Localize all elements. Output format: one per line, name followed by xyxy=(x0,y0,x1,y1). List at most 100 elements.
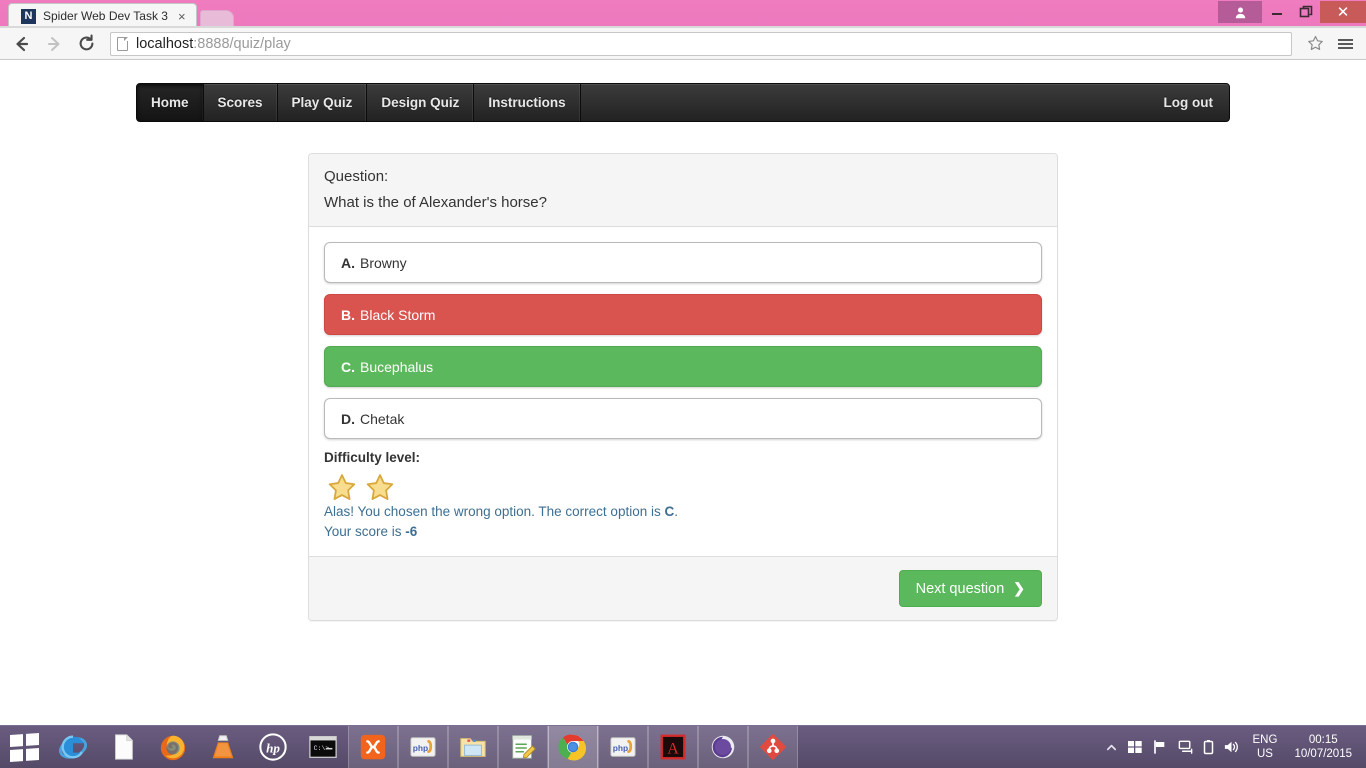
logout-link[interactable]: Log out xyxy=(1148,84,1229,121)
site-navbar: Home Scores Play Quiz Design Quiz Instru… xyxy=(136,83,1230,122)
chrome-menu-icon[interactable] xyxy=(1332,31,1358,57)
taskbar-adobe-acrobat-icon[interactable]: A xyxy=(648,726,698,768)
taskbar-phpstorm-2-icon[interactable]: php xyxy=(598,726,648,768)
feedback-line-1: Alas! You chosen the wrong option. The c… xyxy=(324,502,1042,522)
nav-item-instructions[interactable]: Instructions xyxy=(474,84,581,121)
language-indicator[interactable]: ENG US xyxy=(1249,733,1282,761)
browser-title-bar: N Spider Web Dev Task 3 × ✕ xyxy=(0,0,1366,28)
clock-time: 00:15 xyxy=(1308,734,1338,746)
score-label: Your score is xyxy=(324,524,406,539)
back-icon[interactable] xyxy=(8,30,36,58)
next-question-label: Next question xyxy=(915,580,1005,597)
quiz-panel-body: A. Browny B. Black Storm C. Bucephalus D… xyxy=(309,227,1057,556)
window-controls: ✕ xyxy=(1218,0,1366,24)
titlebar-shadow xyxy=(0,26,1366,28)
next-question-button[interactable]: Next question ❯ xyxy=(898,570,1042,607)
browser-toolbar: localhost:8888/quiz/play xyxy=(0,28,1366,60)
address-bar[interactable]: localhost:8888/quiz/play xyxy=(110,31,1292,56)
option-c-letter: C. xyxy=(341,358,355,375)
score-value: -6 xyxy=(405,524,418,539)
answer-option-a[interactable]: A. Browny xyxy=(324,242,1042,283)
answer-option-c[interactable]: C. Bucephalus xyxy=(324,346,1042,387)
close-tab-icon[interactable]: × xyxy=(178,10,186,23)
windows-taskbar: hp C:\> php php A ENG US 00:15 10/07/201… xyxy=(0,725,1366,768)
taskbar-sourcetree-icon[interactable] xyxy=(748,726,798,768)
browser-tab[interactable]: N Spider Web Dev Task 3 × xyxy=(8,3,197,28)
clock[interactable]: 00:15 10/07/2015 xyxy=(1290,733,1360,761)
taskbar-file-explorer-icon[interactable] xyxy=(448,726,498,768)
svg-text:php: php xyxy=(613,743,628,753)
taskbar-notepad-plus-plus-icon[interactable] xyxy=(498,726,548,768)
feedback-line1-pre: Alas! You chosen the wrong option. The c… xyxy=(324,504,665,519)
difficulty-stars xyxy=(324,473,1042,500)
nav-item-play-quiz[interactable]: Play Quiz xyxy=(278,84,368,121)
navbar-spacer xyxy=(581,84,1148,121)
windows-tray-flag-icon[interactable] xyxy=(1127,739,1143,755)
taskbar-xampp-icon[interactable] xyxy=(348,726,398,768)
taskbar-items: hp C:\> php php A xyxy=(48,726,798,768)
close-window-button[interactable]: ✕ xyxy=(1320,1,1366,23)
taskbar-phpstorm-icon[interactable]: php xyxy=(398,726,448,768)
network-icon[interactable] xyxy=(1177,739,1194,755)
action-center-flag-icon[interactable] xyxy=(1152,739,1168,755)
tab-title: Spider Web Dev Task 3 xyxy=(43,9,168,23)
feedback-line-2: Your score is -6 xyxy=(324,522,1042,542)
address-bar-url: localhost:8888/quiz/play xyxy=(136,36,291,52)
taskbar-document-icon[interactable] xyxy=(98,726,148,768)
show-hidden-icons-icon[interactable] xyxy=(1105,741,1118,754)
forward-icon[interactable] xyxy=(40,30,68,58)
quiz-panel-footer: Next question ❯ xyxy=(309,556,1057,620)
system-tray: ENG US 00:15 10/07/2015 xyxy=(1105,726,1366,768)
tab-strip: N Spider Web Dev Task 3 × xyxy=(0,0,234,28)
battery-icon[interactable] xyxy=(1203,739,1214,755)
volume-icon[interactable] xyxy=(1223,739,1240,755)
option-a-letter: A. xyxy=(341,254,355,271)
taskbar-hp-icon[interactable]: hp xyxy=(248,726,298,768)
taskbar-google-chrome-icon[interactable] xyxy=(548,726,598,768)
nav-item-design-quiz[interactable]: Design Quiz xyxy=(367,84,475,121)
taskbar-internet-explorer-icon[interactable] xyxy=(48,726,98,768)
nav-item-scores[interactable]: Scores xyxy=(204,84,278,121)
answer-option-d[interactable]: D. Chetak xyxy=(324,398,1042,439)
taskbar-command-prompt-icon[interactable]: C:\> xyxy=(298,726,348,768)
chevron-right-icon: ❯ xyxy=(1013,580,1025,596)
url-path: :8888/quiz/play xyxy=(193,35,291,52)
svg-text:hp: hp xyxy=(266,741,280,756)
tab-favicon-icon: N xyxy=(21,8,36,24)
difficulty-level-label: Difficulty level: xyxy=(324,450,421,465)
bookmark-star-icon[interactable] xyxy=(1302,31,1328,57)
taskbar-vlc-icon[interactable] xyxy=(198,726,248,768)
nav-item-home[interactable]: Home xyxy=(137,84,204,121)
windows-start-button[interactable] xyxy=(0,726,48,768)
reload-icon[interactable] xyxy=(72,30,100,58)
option-d-letter: D. xyxy=(341,410,355,427)
user-profile-icon[interactable] xyxy=(1218,1,1262,23)
question-text: What is the of Alexander's horse? xyxy=(324,194,547,211)
quiz-panel: Question: What is the of Alexander's hor… xyxy=(308,153,1058,621)
star-icon xyxy=(365,473,394,500)
option-b-text: Black Storm xyxy=(360,306,436,323)
svg-text:php: php xyxy=(413,743,428,753)
clock-date: 10/07/2015 xyxy=(1294,748,1352,760)
url-host: localhost xyxy=(136,35,194,52)
correct-option-letter: C xyxy=(664,504,675,519)
option-b-letter: B. xyxy=(341,306,355,323)
question-panel-heading: Question: What is the of Alexander's hor… xyxy=(309,154,1057,227)
question-label: Question: xyxy=(324,168,389,185)
star-icon xyxy=(327,473,356,500)
minimize-window-button[interactable] xyxy=(1262,1,1291,23)
svg-text:A: A xyxy=(667,741,679,758)
feedback-message: Alas! You chosen the wrong option. The c… xyxy=(324,502,1042,542)
maximize-window-button[interactable] xyxy=(1291,1,1320,23)
page-container: Home Scores Play Quiz Design Quiz Instru… xyxy=(136,60,1230,621)
language-line-1: ENG xyxy=(1252,734,1278,746)
taskbar-firefox-icon[interactable] xyxy=(148,726,198,768)
option-c-text: Bucephalus xyxy=(360,358,434,375)
windows-logo-icon xyxy=(9,732,39,762)
taskbar-pale-moon-icon[interactable] xyxy=(698,726,748,768)
page-viewport: Home Scores Play Quiz Design Quiz Instru… xyxy=(0,60,1366,725)
answer-option-b[interactable]: B. Black Storm xyxy=(324,294,1042,335)
taskbar-spacer xyxy=(798,726,1105,768)
language-line-2: US xyxy=(1256,748,1273,760)
option-d-text: Chetak xyxy=(360,410,405,427)
